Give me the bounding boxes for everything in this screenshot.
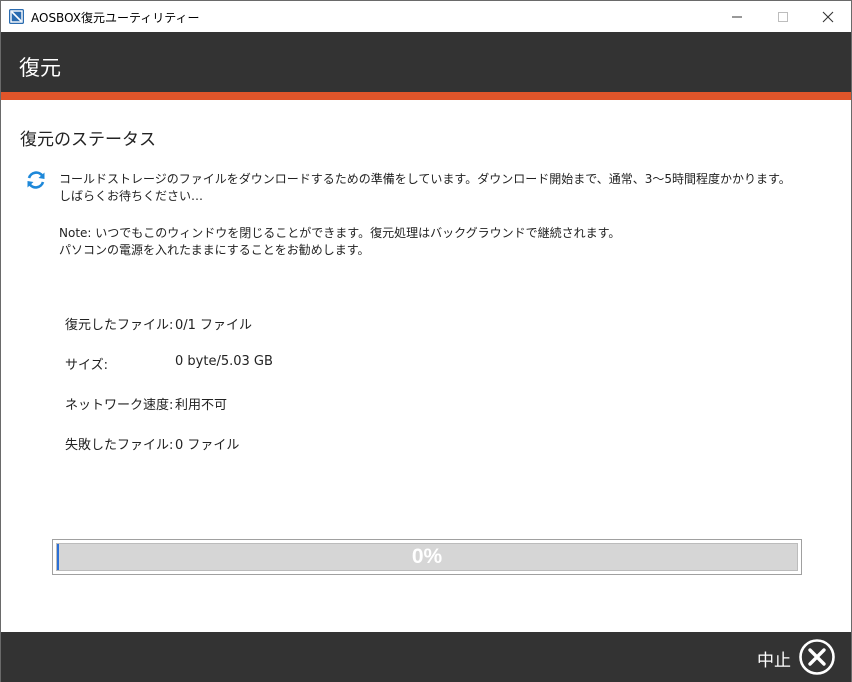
header-accent-bar bbox=[1, 92, 851, 100]
progress-bar: 0% bbox=[52, 539, 802, 575]
minimize-icon bbox=[732, 16, 742, 17]
maximize-button[interactable] bbox=[760, 1, 806, 32]
size-value: 0 byte/5.03 GB bbox=[175, 354, 273, 369]
note-message: Note: いつでもこのウィンドウを閉じることができます。復元処理はバックグラウ… bbox=[59, 226, 621, 240]
footer-bar: 中止 bbox=[1, 632, 851, 682]
restored-files-label: 復元したファイル: bbox=[65, 318, 174, 333]
progress-track: 0% bbox=[56, 543, 798, 571]
maximize-icon bbox=[778, 11, 788, 22]
page-header: 復元 bbox=[1, 32, 851, 92]
window-title: AOSBOX復元ユーティリティー bbox=[31, 11, 200, 25]
page-title: 復元 bbox=[19, 56, 61, 80]
size-label: サイズ: bbox=[65, 358, 108, 373]
network-speed-label: ネットワーク速度: bbox=[65, 398, 174, 413]
stop-button[interactable] bbox=[798, 638, 836, 676]
failed-files-label: 失敗したファイル: bbox=[65, 438, 174, 453]
close-icon bbox=[822, 11, 834, 22]
restored-files-value: 0/1 ファイル bbox=[175, 318, 253, 333]
close-window-button[interactable] bbox=[805, 1, 851, 32]
note-message-power: パソコンの電源を入れたままにすることをお勧めします。 bbox=[59, 243, 370, 257]
status-message: コールドストレージのファイルをダウンロードするための準備をしています。ダウンロー… bbox=[59, 172, 791, 186]
progress-percent-label: 0% bbox=[411, 545, 443, 568]
restore-utility-window: AOSBOX復元ユーティリティー 復元 復元のステータス コールドストレージのフ… bbox=[0, 0, 852, 682]
failed-files-value: 0 ファイル bbox=[175, 438, 240, 453]
close-circle-icon bbox=[799, 639, 835, 675]
app-logo-icon bbox=[9, 9, 24, 24]
stop-label[interactable]: 中止 bbox=[757, 646, 791, 671]
status-section-title: 復元のステータス bbox=[20, 130, 156, 150]
network-speed-value: 利用不可 bbox=[175, 398, 228, 413]
status-message-wait: しばらくお待ちください… bbox=[59, 189, 204, 203]
refresh-icon bbox=[25, 169, 47, 191]
minimize-button[interactable] bbox=[714, 1, 760, 32]
title-bar[interactable]: AOSBOX復元ユーティリティー bbox=[1, 1, 851, 32]
